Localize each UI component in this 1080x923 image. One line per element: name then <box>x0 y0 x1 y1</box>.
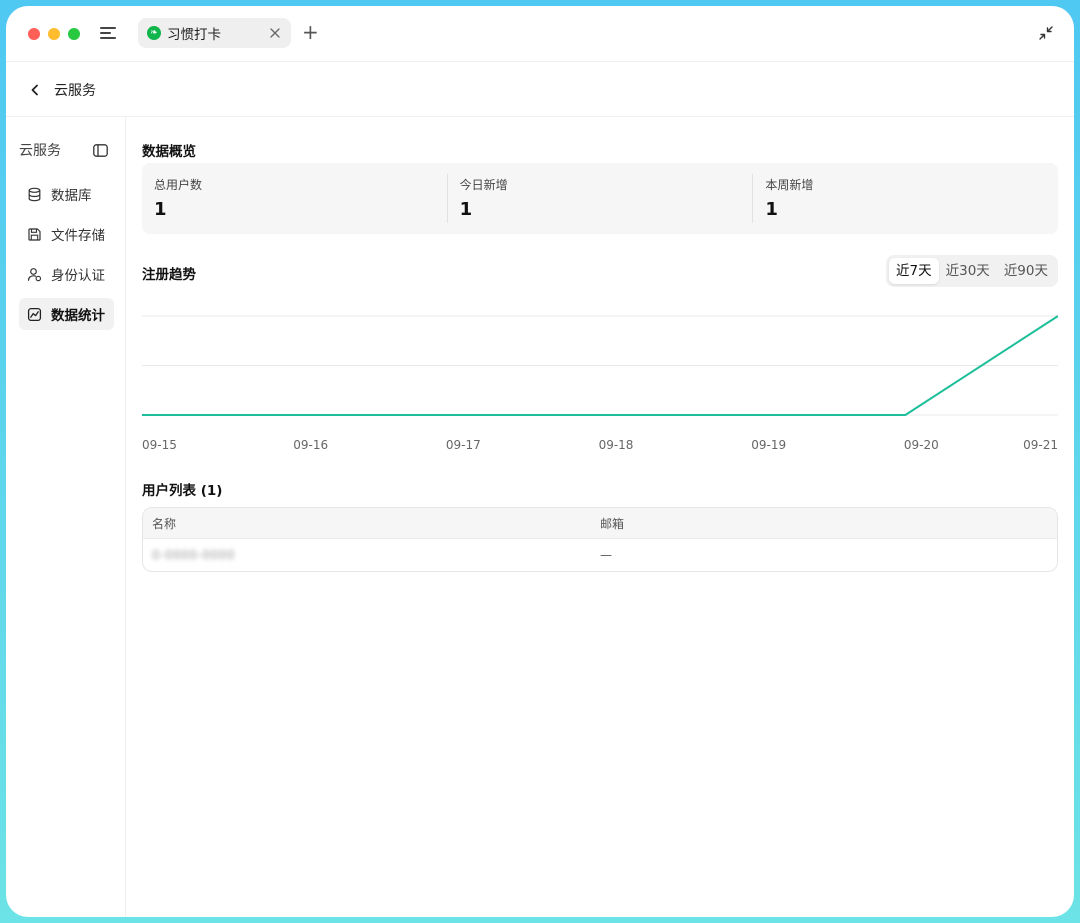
database-icon <box>27 187 42 202</box>
user-list-title: 用户列表 (1) <box>142 483 223 499</box>
stats-panel: 总用户数 1 今日新增 1 本周新增 1 <box>142 163 1058 234</box>
sidebar-item-identity-auth[interactable]: 身份认证 <box>19 258 114 290</box>
user-name-cell: 0-0000-0000 <box>143 548 600 562</box>
app-window: ❧ 习惯打卡 + 云服务 云服务 数据库 文件存储 身份认证 数据统计 数据概览… <box>6 6 1074 917</box>
sidebar: 云服务 数据库 文件存储 身份认证 数据统计 <box>6 117 126 917</box>
sidebar-item-file-storage[interactable]: 文件存储 <box>19 218 114 250</box>
sidebar-item-data-stats[interactable]: 数据统计 <box>19 298 114 330</box>
x-tick-label: 09-20 <box>904 438 939 452</box>
registration-trend-chart: 09-15 09-16 09-17 09-18 09-19 09-20 09-21 <box>142 300 1058 460</box>
range-selector: 近7天 近30天 近90天 <box>886 255 1058 287</box>
stat-label: 总用户数 <box>154 178 203 192</box>
tab-habit-checkin[interactable]: ❧ 习惯打卡 <box>138 18 291 48</box>
sidebar-item-label: 数据库 <box>51 188 92 204</box>
overview-title: 数据概览 <box>142 144 196 160</box>
chart-icon <box>27 307 42 322</box>
sidebar-item-label: 文件存储 <box>51 228 105 244</box>
column-header-name: 名称 <box>152 516 177 531</box>
stat-value: 1 <box>154 199 167 220</box>
sidebar-item-label: 数据统计 <box>51 308 105 324</box>
stat-label: 本周新增 <box>765 178 814 192</box>
tab-label: 习惯打卡 <box>167 27 221 43</box>
stat-value: 1 <box>459 199 473 220</box>
minimize-window-button[interactable] <box>48 28 60 40</box>
menu-icon[interactable] <box>100 25 118 41</box>
column-header-email: 邮箱 <box>600 516 625 531</box>
chevron-left-icon[interactable] <box>28 82 42 96</box>
user-auth-icon <box>27 267 42 282</box>
trend-title: 注册趋势 <box>142 267 196 283</box>
page-title: 云服务 <box>54 83 96 99</box>
maximize-window-button[interactable] <box>68 28 80 40</box>
collapse-icon[interactable] <box>1038 25 1054 41</box>
x-tick-label: 09-18 <box>599 438 634 452</box>
stat-label: 今日新增 <box>459 178 508 192</box>
new-tab-button[interactable]: + <box>302 22 319 42</box>
redacted-user-name: 0-0000-0000 <box>152 548 235 562</box>
x-tick-label: 09-15 <box>142 438 177 452</box>
main-content: 数据概览 总用户数 1 今日新增 1 本周新增 1 注册趋势 近7天 近30天 … <box>126 117 1074 917</box>
page-header: 云服务 <box>6 62 1074 117</box>
stat-today-new: 今日新增 1 <box>446 174 753 223</box>
x-tick-label: 09-16 <box>293 438 328 452</box>
chart-svg: 09-15 09-16 09-17 09-18 09-19 09-20 09-21 <box>142 315 1058 452</box>
close-icon[interactable] <box>268 25 282 39</box>
range-7-days-button[interactable]: 近7天 <box>889 258 939 284</box>
x-tick-label: 09-19 <box>751 438 786 452</box>
mini-program-icon: ❧ <box>147 26 161 40</box>
sidebar-item-label: 身份认证 <box>51 268 105 284</box>
table-row[interactable]: 0-0000-0000 — <box>143 539 1057 571</box>
x-tick-label: 09-17 <box>446 438 481 452</box>
sidebar-item-database[interactable]: 数据库 <box>19 178 114 210</box>
close-window-button[interactable] <box>28 28 40 40</box>
table-header: 名称 邮箱 <box>143 508 1057 539</box>
title-bar: ❧ 习惯打卡 + <box>6 6 1074 62</box>
sidebar-toggle-icon[interactable] <box>93 142 108 157</box>
stat-week-new: 本周新增 1 <box>752 174 1058 223</box>
stat-value: 1 <box>765 199 778 220</box>
save-disk-icon <box>27 227 42 242</box>
x-tick-label: 09-21 <box>1023 438 1058 452</box>
range-90-days-button[interactable]: 近90天 <box>997 258 1055 284</box>
user-table: 名称 邮箱 0-0000-0000 — <box>142 507 1058 572</box>
range-30-days-button[interactable]: 近30天 <box>939 258 997 284</box>
user-email-cell: — <box>600 548 612 562</box>
sidebar-title: 云服务 <box>19 143 61 159</box>
stat-total-users: 总用户数 1 <box>142 163 447 234</box>
